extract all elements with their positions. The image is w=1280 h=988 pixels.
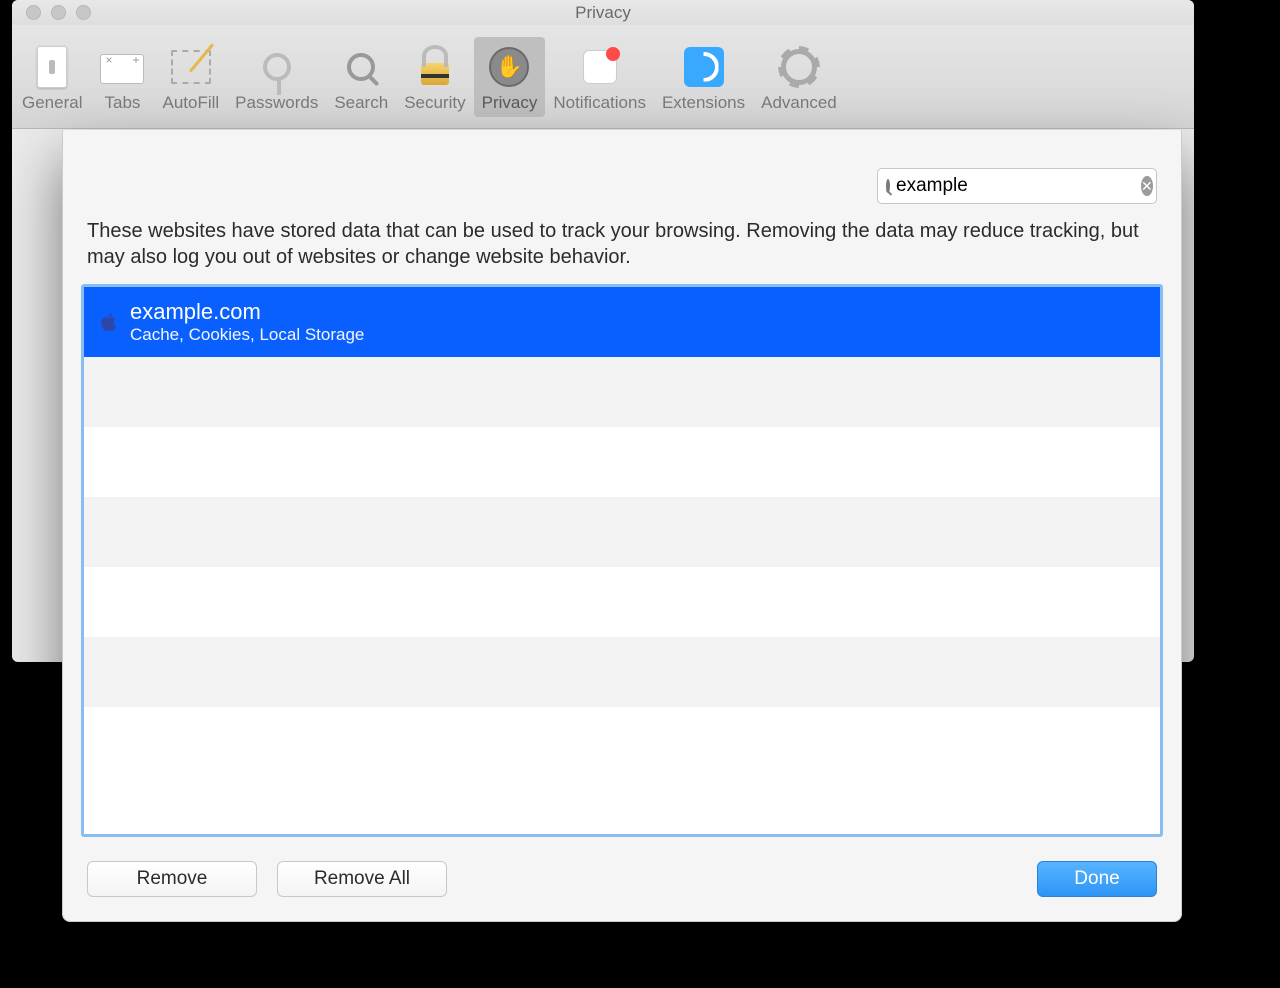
minimize-window-button[interactable] (51, 5, 66, 20)
tab-advanced[interactable]: Advanced (753, 37, 845, 117)
tab-label: Extensions (662, 93, 745, 113)
apple-icon (98, 311, 120, 333)
tab-autofill[interactable]: AutoFill (154, 37, 227, 117)
clear-search-button[interactable]: ✕ (1141, 176, 1153, 196)
search-row: ✕ (81, 168, 1163, 204)
remove-button[interactable]: Remove (87, 861, 257, 897)
lock-icon (411, 43, 459, 91)
zoom-window-button[interactable] (76, 5, 91, 20)
tab-label: General (22, 93, 82, 113)
tab-privacy[interactable]: ✋ Privacy (474, 37, 546, 117)
list-item[interactable]: example.com Cache, Cookies, Local Storag… (84, 287, 1160, 357)
notification-icon (576, 43, 624, 91)
tab-extensions[interactable]: Extensions (654, 37, 753, 117)
autofill-icon (167, 43, 215, 91)
list-item-details: Cache, Cookies, Local Storage (130, 325, 364, 345)
tab-label: Advanced (761, 93, 837, 113)
list-item-empty (84, 637, 1160, 707)
list-item-empty (84, 707, 1160, 777)
close-window-button[interactable] (26, 5, 41, 20)
list-item-empty (84, 427, 1160, 497)
tab-general[interactable]: General (14, 37, 90, 117)
traffic-lights (12, 5, 91, 20)
done-button[interactable]: Done (1037, 861, 1157, 897)
tab-label: AutoFill (162, 93, 219, 113)
remove-all-button[interactable]: Remove All (277, 861, 447, 897)
list-item-empty (84, 497, 1160, 567)
search-icon (337, 43, 385, 91)
general-icon (28, 43, 76, 91)
list-item-text: example.com Cache, Cookies, Local Storag… (130, 299, 364, 345)
tab-label: Security (404, 93, 465, 113)
hand-icon: ✋ (485, 43, 533, 91)
key-icon (253, 43, 301, 91)
window-title: Privacy (575, 3, 631, 23)
website-list[interactable]: example.com Cache, Cookies, Local Storag… (81, 284, 1163, 837)
tab-label: Notifications (553, 93, 646, 113)
tab-label: Search (334, 93, 388, 113)
search-field[interactable]: ✕ (877, 168, 1157, 204)
compass-icon (680, 43, 728, 91)
button-row: Remove Remove All Done (81, 861, 1163, 897)
description-text: These websites have stored data that can… (81, 218, 1163, 270)
tabs-icon (98, 43, 146, 91)
list-item-empty (84, 567, 1160, 637)
gear-icon (775, 43, 823, 91)
tab-notifications[interactable]: Notifications (545, 37, 654, 117)
titlebar: Privacy (12, 0, 1194, 25)
tab-label: Passwords (235, 93, 318, 113)
list-item-empty (84, 357, 1160, 427)
tab-security[interactable]: Security (396, 37, 473, 117)
tab-search[interactable]: Search (326, 37, 396, 117)
tab-tabs[interactable]: Tabs (90, 37, 154, 117)
tab-label: Privacy (482, 93, 538, 113)
search-input[interactable] (896, 175, 1141, 197)
website-data-sheet: ✕ These websites have stored data that c… (62, 130, 1182, 922)
list-item-domain: example.com (130, 299, 364, 325)
prefs-toolbar: General Tabs AutoFill Passwords Search S… (12, 25, 1194, 129)
tab-passwords[interactable]: Passwords (227, 37, 326, 117)
search-icon (886, 179, 890, 193)
tab-label: Tabs (105, 93, 141, 113)
